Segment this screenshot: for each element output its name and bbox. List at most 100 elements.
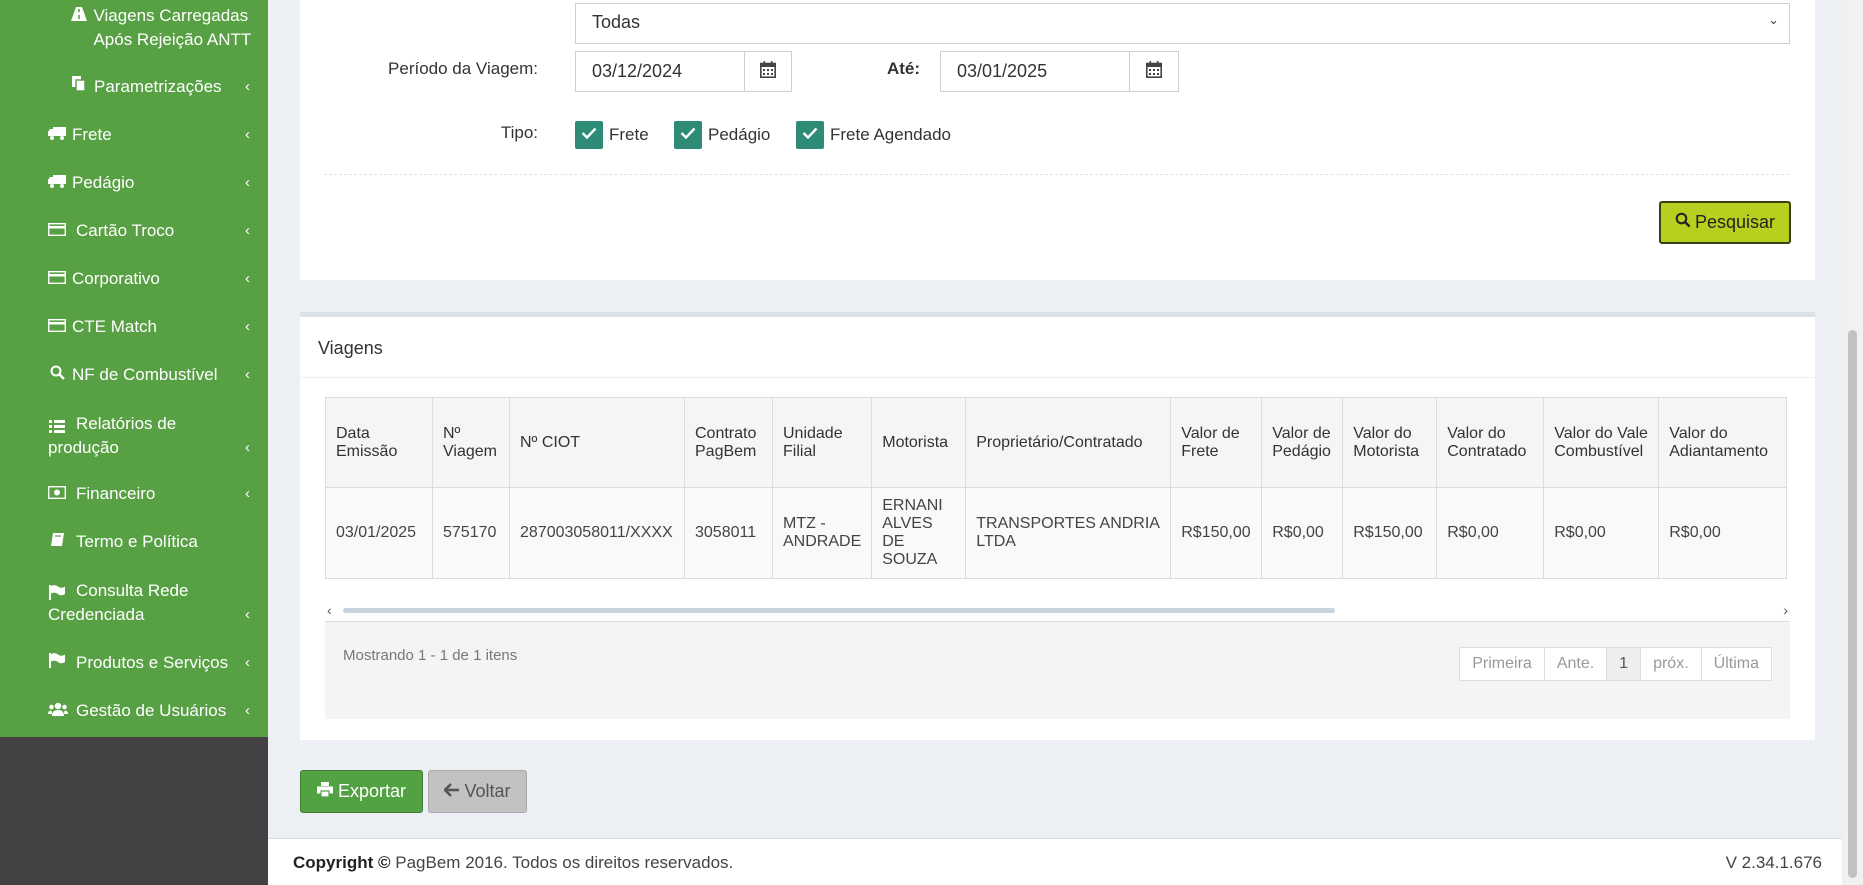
sidebar-item-parametrizacoes[interactable]: Parametrizações ‹	[0, 75, 268, 99]
sidebar-item-corporativo[interactable]: Corporativo ‹	[0, 267, 268, 291]
pager-first[interactable]: Primeira	[1459, 647, 1545, 681]
copyright-text: PagBem 2016. Todos os direitos reservado…	[395, 853, 734, 872]
sidebar-item-financeiro[interactable]: Financeiro ‹	[0, 482, 268, 506]
scroll-left-icon[interactable]: ‹	[327, 602, 332, 618]
cell-n-viagem: 575170	[432, 487, 510, 579]
column-header[interactable]: Valor de Pedágio	[1261, 397, 1344, 488]
column-header[interactable]: Proprietário/Contratado	[965, 397, 1172, 488]
chevron-left-icon: ‹	[245, 270, 250, 287]
sidebar-item-label: Frete	[72, 125, 112, 144]
sidebar-item-viagens-rejeicao[interactable]: Viagens Carregadas Após Rejeição ANTT	[0, 4, 268, 52]
table-horizontal-scrollbar[interactable]: ‹ ›	[325, 602, 1790, 618]
pager-prev[interactable]: Ante.	[1543, 647, 1608, 681]
column-header[interactable]: Valor do Adiantamento	[1658, 397, 1788, 488]
sidebar-item-nf-combustivel[interactable]: NF de Combustível ‹	[0, 363, 268, 387]
column-header[interactable]: Motorista	[871, 397, 967, 488]
scroll-thumb[interactable]	[1848, 330, 1857, 878]
cell-valor-contratado: R$0,00	[1436, 487, 1545, 579]
sidebar-item-label: Cartão Troco	[76, 221, 175, 240]
search-icon	[48, 363, 66, 387]
arrow-left-icon	[443, 781, 460, 802]
sidebar-item-produtos-servicos[interactable]: Produtos e Serviços ‹	[0, 651, 268, 675]
checkbox-pedagio[interactable]	[674, 121, 702, 149]
situacao-select[interactable]: Todas ⌄	[575, 3, 1790, 44]
sidebar-item-cte-match[interactable]: CTE Match ‹	[0, 315, 268, 339]
cell-motorista: ERNANI ALVES DE SOUZA	[871, 487, 967, 579]
pagination: Primeira Ante. 1 próx. Última	[1459, 647, 1772, 681]
cell-valor-vale: R$0,00	[1543, 487, 1660, 579]
column-header[interactable]: Contrato PagBem	[684, 397, 773, 488]
sidebar-item-label: CTE Match	[72, 317, 158, 336]
cell-valor-pedagio: R$0,00	[1261, 487, 1344, 579]
filter-panel: Situação: Todas ⌄ Período da Viagem: 03/…	[300, 0, 1815, 280]
table-footer: Mostrando 1 - 1 de 1 itens Primeira Ante…	[325, 621, 1790, 719]
export-button[interactable]: Exportar	[300, 770, 423, 813]
column-header[interactable]: Valor de Frete	[1170, 397, 1263, 488]
sidebar-item-label: Corporativo	[72, 269, 160, 288]
chevron-down-icon: ⌄	[1768, 12, 1779, 27]
book-icon	[48, 530, 66, 554]
sidebar-menu: Viagens Carregadas Após Rejeição ANTT Pa…	[0, 0, 268, 737]
date-to-calendar-button[interactable]	[1129, 51, 1179, 92]
date-from-input[interactable]: 03/12/2024	[575, 51, 745, 92]
chevron-left-icon: ‹	[245, 174, 250, 191]
sidebar-item-label: Parametrizações	[94, 77, 222, 96]
sidebar-item-termo-politica[interactable]: Termo e Política	[0, 530, 268, 554]
check-icon	[802, 126, 818, 144]
checkbox-frete-agendado[interactable]	[796, 121, 824, 149]
sidebar-item-label: Produtos e Serviços	[76, 653, 229, 672]
column-header[interactable]: Nº CIOT	[509, 397, 685, 488]
sidebar-item-label: Financeiro	[76, 484, 156, 503]
date-from-calendar-button[interactable]	[744, 51, 792, 92]
ate-label: Até:	[886, 59, 920, 78]
date-to-input[interactable]: 03/01/2025	[940, 51, 1130, 92]
sidebar-item-label: Relatórios de produção	[48, 414, 177, 457]
sidebar-item-rede-credenciada[interactable]: Consulta Rede Credenciada ‹	[0, 579, 268, 627]
cell-n-ciot: 287003058011/XXXX	[509, 487, 685, 579]
column-header[interactable]: Valor do Contratado	[1436, 397, 1545, 488]
back-button[interactable]: Voltar	[428, 770, 527, 813]
column-header[interactable]: Nº Viagem	[432, 397, 510, 488]
column-header[interactable]: Valor do Vale Combustível	[1543, 397, 1660, 488]
column-header[interactable]: Data Emissão	[325, 397, 433, 488]
chevron-left-icon: ‹	[245, 126, 250, 143]
sidebar-item-relatorios[interactable]: Relatórios de produção ‹	[0, 412, 268, 460]
search-button[interactable]: Pesquisar	[1659, 201, 1791, 244]
chevron-left-icon: ‹	[245, 654, 250, 671]
chevron-left-icon: ‹	[245, 366, 250, 383]
cell-unidade: MTZ - ANDRADE	[771, 487, 873, 579]
money-icon	[47, 482, 67, 506]
cell-data-emissao: 03/01/2025	[325, 487, 433, 579]
pager-page-1[interactable]: 1	[1606, 647, 1642, 681]
table-header-row: Data Emissão Nº Viagem Nº CIOT Contrato …	[325, 397, 1788, 488]
column-header[interactable]: Valor do Motorista	[1342, 397, 1438, 488]
table-row[interactable]: 03/01/2025 575170 287003058011/XXXX 3058…	[325, 487, 1788, 579]
column-header[interactable]: Unidade Filial	[771, 397, 873, 488]
credit-card-icon	[47, 315, 67, 339]
date-to-value: 03/01/2025	[957, 61, 1048, 81]
sidebar-item-label: Viagens Carregadas Após Rejeição ANTT	[93, 6, 252, 49]
export-button-label: Exportar	[337, 781, 407, 801]
pager-last[interactable]: Última	[1700, 647, 1772, 681]
search-button-label: Pesquisar	[1694, 212, 1776, 232]
check-icon	[680, 126, 696, 144]
sidebar-item-cartao-troco[interactable]: Cartão Troco ‹	[0, 219, 268, 243]
checkbox-frete[interactable]	[575, 121, 603, 149]
sidebar-item-gestao-usuarios[interactable]: Gestão de Usuários ‹	[0, 699, 268, 723]
cell-valor-adiantamento: R$0,00	[1658, 487, 1788, 579]
print-icon	[316, 781, 333, 802]
checkbox-pedagio-label: Pedágio	[708, 125, 771, 144]
chevron-left-icon: ‹	[245, 702, 250, 719]
scroll-right-icon[interactable]: ›	[1783, 602, 1788, 618]
calendar-icon	[1146, 60, 1162, 83]
cell-valor-frete: R$150,00	[1170, 487, 1263, 579]
sidebar-item-frete[interactable]: Frete ‹	[0, 123, 268, 147]
scroll-thumb[interactable]	[343, 608, 1335, 613]
page-vertical-scrollbar[interactable]	[1842, 0, 1863, 885]
sidebar-item-pedagio[interactable]: Pedágio ‹	[0, 171, 268, 195]
back-button-label: Voltar	[464, 781, 511, 801]
road-icon	[70, 4, 87, 28]
tipo-label: Tipo:	[500, 123, 538, 142]
chevron-left-icon: ‹	[245, 78, 250, 95]
pager-next[interactable]: próx.	[1640, 647, 1702, 681]
